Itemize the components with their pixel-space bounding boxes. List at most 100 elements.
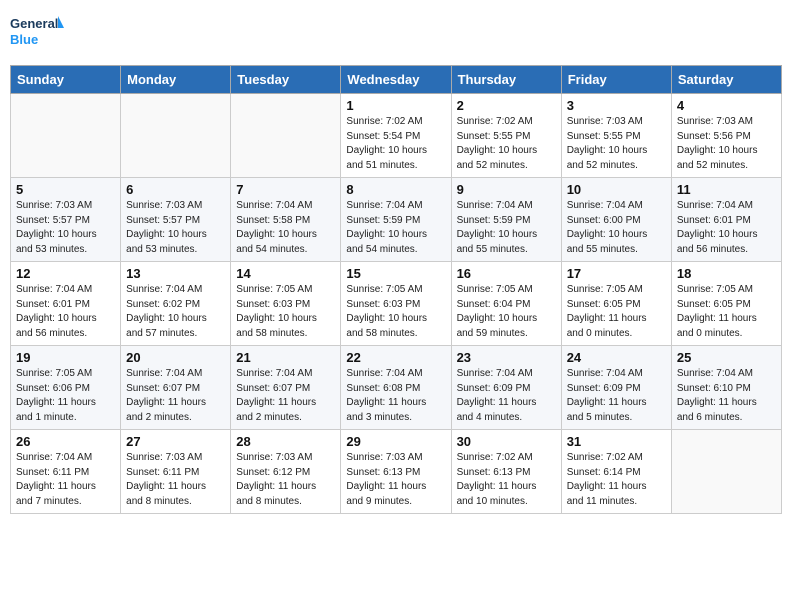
calendar-cell: 29 Sunrise: 7:03 AMSunset: 6:13 PMDayligh…	[341, 430, 451, 514]
day-info: Sunrise: 7:04 AMSunset: 6:01 PMDaylight:…	[16, 283, 115, 341]
calendar-cell: 31 Sunrise: 7:02 AMSunset: 6:14 PMDayligh…	[561, 430, 671, 514]
calendar-cell: 1Sunrise: 7:02 AMSunset: 5:54 PMDaylight…	[341, 94, 451, 178]
day-number: 10	[567, 182, 666, 197]
day-number: 16	[457, 266, 556, 281]
weekday-header: Thursday	[451, 66, 561, 94]
calendar-cell: 4 Sunrise: 7:03 AMSunset: 5:56 PMDaylight…	[671, 94, 781, 178]
day-number: 27	[126, 434, 225, 449]
day-number: 13	[126, 266, 225, 281]
svg-text:Blue: Blue	[10, 32, 38, 47]
calendar-cell: 3 Sunrise: 7:03 AMSunset: 5:55 PMDaylight…	[561, 94, 671, 178]
day-number: 31	[567, 434, 666, 449]
calendar-cell: 19 Sunrise: 7:05 AMSunset: 6:06 PMDayligh…	[11, 346, 121, 430]
page-header: General Blue	[10, 10, 782, 55]
calendar-cell: 20Sunrise: 7:04 AMSunset: 6:07 PMDayligh…	[121, 346, 231, 430]
calendar-week-row: 12 Sunrise: 7:04 AMSunset: 6:01 PMDayligh…	[11, 262, 782, 346]
calendar-cell: 27 Sunrise: 7:03 AMSunset: 6:11 PMDayligh…	[121, 430, 231, 514]
calendar-week-row: 19 Sunrise: 7:05 AMSunset: 6:06 PMDayligh…	[11, 346, 782, 430]
calendar-cell: 26 Sunrise: 7:04 AMSunset: 6:11 PMDayligh…	[11, 430, 121, 514]
calendar-cell: 25 Sunrise: 7:04 AMSunset: 6:10 PMDayligh…	[671, 346, 781, 430]
day-info: Sunrise: 7:04 AMSunset: 6:07 PMDaylight:…	[236, 367, 335, 425]
weekday-header: Monday	[121, 66, 231, 94]
day-info: Sunrise: 7:03 AMSunset: 6:11 PMDaylight:…	[126, 451, 225, 509]
day-info: Sunrise: 7:04 AMSunset: 6:09 PMDaylight:…	[567, 367, 666, 425]
calendar-week-row: 1Sunrise: 7:02 AMSunset: 5:54 PMDaylight…	[11, 94, 782, 178]
calendar-week-row: 5 Sunrise: 7:03 AMSunset: 5:57 PMDaylight…	[11, 178, 782, 262]
logo-svg: General Blue	[10, 10, 65, 55]
calendar-cell: 16 Sunrise: 7:05 AMSunset: 6:04 PMDayligh…	[451, 262, 561, 346]
day-info: Sunrise: 7:03 AMSunset: 6:13 PMDaylight:…	[346, 451, 445, 509]
calendar-cell: 21 Sunrise: 7:04 AMSunset: 6:07 PMDayligh…	[231, 346, 341, 430]
day-info: Sunrise: 7:04 AMSunset: 6:01 PMDaylight:…	[677, 199, 776, 257]
calendar-cell: 5 Sunrise: 7:03 AMSunset: 5:57 PMDaylight…	[11, 178, 121, 262]
day-info: Sunrise: 7:02 AMSunset: 5:54 PMDaylight:…	[346, 115, 445, 173]
weekday-header: Saturday	[671, 66, 781, 94]
day-info: Sunrise: 7:03 AMSunset: 5:56 PMDaylight:…	[677, 115, 776, 173]
day-number: 4	[677, 98, 776, 113]
calendar-table: SundayMondayTuesdayWednesdayThursdayFrid…	[10, 65, 782, 514]
day-number: 21	[236, 350, 335, 365]
day-info: Sunrise: 7:04 AMSunset: 6:02 PMDaylight:…	[126, 283, 225, 341]
calendar-cell: 9 Sunrise: 7:04 AMSunset: 5:59 PMDaylight…	[451, 178, 561, 262]
day-info: Sunrise: 7:03 AMSunset: 5:55 PMDaylight:…	[567, 115, 666, 173]
day-number: 30	[457, 434, 556, 449]
day-info: Sunrise: 7:04 AMSunset: 6:09 PMDaylight:…	[457, 367, 556, 425]
day-info: Sunrise: 7:04 AMSunset: 5:59 PMDaylight:…	[457, 199, 556, 257]
day-info: Sunrise: 7:05 AMSunset: 6:04 PMDaylight:…	[457, 283, 556, 341]
day-info: Sunrise: 7:02 AMSunset: 5:55 PMDaylight:…	[457, 115, 556, 173]
weekday-header: Tuesday	[231, 66, 341, 94]
weekday-header: Friday	[561, 66, 671, 94]
day-number: 29	[346, 434, 445, 449]
calendar-cell: 10 Sunrise: 7:04 AMSunset: 6:00 PMDayligh…	[561, 178, 671, 262]
day-info: Sunrise: 7:05 AMSunset: 6:03 PMDaylight:…	[236, 283, 335, 341]
day-number: 8	[346, 182, 445, 197]
day-number: 15	[346, 266, 445, 281]
calendar-cell	[671, 430, 781, 514]
day-info: Sunrise: 7:02 AMSunset: 6:13 PMDaylight:…	[457, 451, 556, 509]
day-number: 3	[567, 98, 666, 113]
calendar-cell: 30 Sunrise: 7:02 AMSunset: 6:13 PMDayligh…	[451, 430, 561, 514]
day-number: 2	[457, 98, 556, 113]
day-number: 28	[236, 434, 335, 449]
day-number: 9	[457, 182, 556, 197]
day-number: 25	[677, 350, 776, 365]
calendar-cell	[231, 94, 341, 178]
day-info: Sunrise: 7:04 AMSunset: 6:10 PMDaylight:…	[677, 367, 776, 425]
calendar-cell: 7 Sunrise: 7:04 AMSunset: 5:58 PMDaylight…	[231, 178, 341, 262]
day-info: Sunrise: 7:03 AMSunset: 5:57 PMDaylight:…	[16, 199, 115, 257]
day-info: Sunrise: 7:05 AMSunset: 6:05 PMDaylight:…	[567, 283, 666, 341]
calendar-cell	[121, 94, 231, 178]
calendar-cell: 13 Sunrise: 7:04 AMSunset: 6:02 PMDayligh…	[121, 262, 231, 346]
day-info: Sunrise: 7:04 AMSunset: 6:00 PMDaylight:…	[567, 199, 666, 257]
day-number: 18	[677, 266, 776, 281]
day-info: Sunrise: 7:02 AMSunset: 6:14 PMDaylight:…	[567, 451, 666, 509]
day-info: Sunrise: 7:03 AMSunset: 6:12 PMDaylight:…	[236, 451, 335, 509]
calendar-cell: 14 Sunrise: 7:05 AMSunset: 6:03 PMDayligh…	[231, 262, 341, 346]
day-number: 14	[236, 266, 335, 281]
calendar-cell: 2 Sunrise: 7:02 AMSunset: 5:55 PMDaylight…	[451, 94, 561, 178]
day-info: Sunrise: 7:05 AMSunset: 6:05 PMDaylight:…	[677, 283, 776, 341]
day-number: 19	[16, 350, 115, 365]
day-info: Sunrise: 7:04 AMSunset: 6:11 PMDaylight:…	[16, 451, 115, 509]
calendar-cell: 23Sunrise: 7:04 AMSunset: 6:09 PMDayligh…	[451, 346, 561, 430]
weekday-header-row: SundayMondayTuesdayWednesdayThursdayFrid…	[11, 66, 782, 94]
calendar-cell: 24 Sunrise: 7:04 AMSunset: 6:09 PMDayligh…	[561, 346, 671, 430]
day-number: 24	[567, 350, 666, 365]
day-info: Sunrise: 7:04 AMSunset: 6:07 PMDaylight:…	[126, 367, 225, 425]
day-info: Sunrise: 7:05 AMSunset: 6:06 PMDaylight:…	[16, 367, 115, 425]
day-info: Sunrise: 7:04 AMSunset: 6:08 PMDaylight:…	[346, 367, 445, 425]
day-number: 5	[16, 182, 115, 197]
logo: General Blue	[10, 10, 65, 55]
day-number: 7	[236, 182, 335, 197]
day-number: 11	[677, 182, 776, 197]
day-number: 17	[567, 266, 666, 281]
day-number: 6	[126, 182, 225, 197]
day-info: Sunrise: 7:04 AMSunset: 5:59 PMDaylight:…	[346, 199, 445, 257]
day-number: 26	[16, 434, 115, 449]
svg-text:General: General	[10, 16, 58, 31]
calendar-cell: 17 Sunrise: 7:05 AMSunset: 6:05 PMDayligh…	[561, 262, 671, 346]
day-info: Sunrise: 7:04 AMSunset: 5:58 PMDaylight:…	[236, 199, 335, 257]
calendar-cell: 8 Sunrise: 7:04 AMSunset: 5:59 PMDaylight…	[341, 178, 451, 262]
day-info: Sunrise: 7:05 AMSunset: 6:03 PMDaylight:…	[346, 283, 445, 341]
day-number: 12	[16, 266, 115, 281]
